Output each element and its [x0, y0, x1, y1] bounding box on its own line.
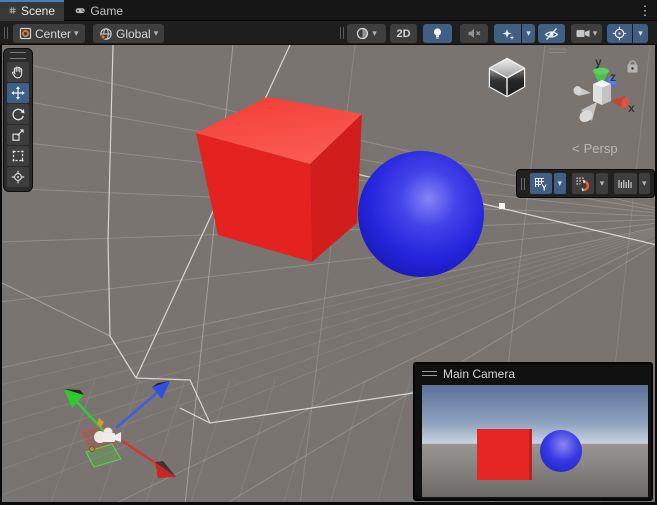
tool-transform[interactable] [7, 167, 29, 187]
video-camera-icon [576, 28, 590, 39]
lighting-toggle-button[interactable] [423, 24, 452, 43]
toolbar-grip[interactable] [4, 27, 8, 39]
gamepad-icon [75, 5, 85, 16]
shaded-sphere-icon [356, 27, 369, 40]
transform-icon [11, 170, 25, 184]
audio-mute-button[interactable] [460, 24, 488, 43]
effects-dropdown[interactable]: ▾ [522, 24, 535, 43]
axis-x-label: x [628, 101, 635, 115]
tool-palette [3, 48, 33, 192]
ruler-icon [617, 177, 633, 191]
camera-preview-viewport [422, 385, 648, 497]
window-edge-left [0, 45, 2, 505]
caret-icon: ▾ [638, 29, 643, 38]
grid-snap-handle[interactable] [499, 203, 505, 209]
caret-icon: ▾ [74, 29, 79, 38]
tool-scale[interactable] [7, 125, 29, 145]
pivot-icon [19, 27, 32, 40]
scene-toolbar: Center ▾ Global ▾ ▾ 2D [0, 21, 657, 45]
globe-icon [99, 27, 113, 41]
grid-visibility-dropdown[interactable]: ▾ [554, 173, 565, 194]
gizmo-sphere-icon [612, 26, 627, 41]
tab-game-label: Game [90, 4, 123, 18]
grid-snapping-dropdown[interactable]: ▾ [596, 173, 607, 194]
caret-icon: ▾ [154, 29, 159, 38]
caret-icon: ▾ [642, 179, 647, 188]
pivot-label: Center [35, 27, 71, 41]
toolbar-right-grip[interactable] [340, 27, 344, 39]
caret-icon: ▾ [593, 29, 598, 38]
effects-toggle-button[interactable] [494, 24, 521, 43]
axis-z-label: z [610, 70, 616, 84]
2d-label: 2D [396, 28, 410, 40]
tab-scene-label: Scene [21, 4, 55, 18]
snap-increment-dropdown[interactable]: ▾ [639, 173, 650, 194]
rotate-icon [11, 107, 25, 121]
preview-red-cube [477, 429, 529, 480]
blue-sphere[interactable] [358, 151, 484, 277]
snap-increment-button[interactable] [614, 173, 636, 194]
tool-rect[interactable] [7, 146, 29, 166]
grid-snap-toolbar: Y ▾ ▾ ▾ [516, 169, 655, 198]
preview-red-cube-side [529, 429, 532, 480]
snapbar-grip[interactable] [521, 178, 525, 190]
camera-preview-panel[interactable]: Main Camera [413, 362, 653, 501]
persp-chevron: < [572, 141, 580, 156]
gizmo-yellow-marker [90, 447, 95, 452]
unity-scene-view-window: Scene Game ⋮ Center ▾ [0, 0, 657, 505]
tab-game[interactable]: Game [66, 0, 132, 21]
tool-hand[interactable] [7, 62, 29, 82]
shading-mode-dropdown[interactable]: ▾ [347, 24, 386, 43]
grid-axis-icon: Y [533, 176, 549, 192]
persp-label: Persp [584, 141, 618, 156]
eye-slash-icon [544, 27, 559, 41]
grid-visibility-button[interactable]: Y [530, 173, 552, 194]
camera-preview-title: Main Camera [443, 367, 515, 381]
hand-icon [11, 65, 25, 79]
caret-icon: ▾ [600, 179, 605, 188]
grid-snapping-button[interactable] [572, 173, 594, 194]
axis-y-label: y [595, 55, 602, 69]
move-icon [11, 86, 25, 100]
gizmos-toggle-button[interactable] [607, 24, 632, 43]
speaker-muted-icon [467, 27, 482, 40]
camera-preview-grip[interactable] [422, 371, 437, 376]
palette-grip[interactable] [10, 52, 26, 59]
view-cube-icon[interactable] [490, 59, 524, 96]
tab-bar: Scene Game ⋮ [0, 0, 657, 21]
scale-icon [11, 128, 25, 142]
gizmos-dropdown[interactable]: ▾ [633, 24, 648, 43]
pivot-mode-dropdown[interactable]: Center ▾ [13, 24, 85, 43]
persp-toggle[interactable]: < Persp [572, 141, 618, 156]
tab-menu-button[interactable]: ⋮ [638, 1, 652, 20]
effects-sparkle-icon [501, 27, 515, 41]
tab-scene[interactable]: Scene [0, 0, 64, 21]
caret-icon: ▾ [558, 179, 563, 188]
caret-icon: ▾ [526, 29, 531, 38]
tool-move[interactable] [7, 83, 29, 103]
camera-settings-dropdown[interactable]: ▾ [571, 24, 602, 43]
preview-blue-sphere [540, 430, 582, 472]
snap-magnet-icon [575, 176, 591, 192]
camera-preview-header[interactable]: Main Camera [415, 364, 651, 383]
grid-y-letter: Y [542, 183, 548, 192]
scene-visibility-button[interactable] [538, 24, 565, 43]
orientation-label: Global [116, 27, 151, 41]
scene-grid-icon [9, 5, 16, 16]
2d-toggle-button[interactable]: 2D [390, 24, 417, 43]
light-bulb-icon [431, 27, 444, 41]
caret-icon: ▾ [372, 29, 377, 38]
rect-tool-icon [11, 149, 25, 163]
orientation-dropdown[interactable]: Global ▾ [93, 24, 164, 43]
tool-rotate[interactable] [7, 104, 29, 124]
